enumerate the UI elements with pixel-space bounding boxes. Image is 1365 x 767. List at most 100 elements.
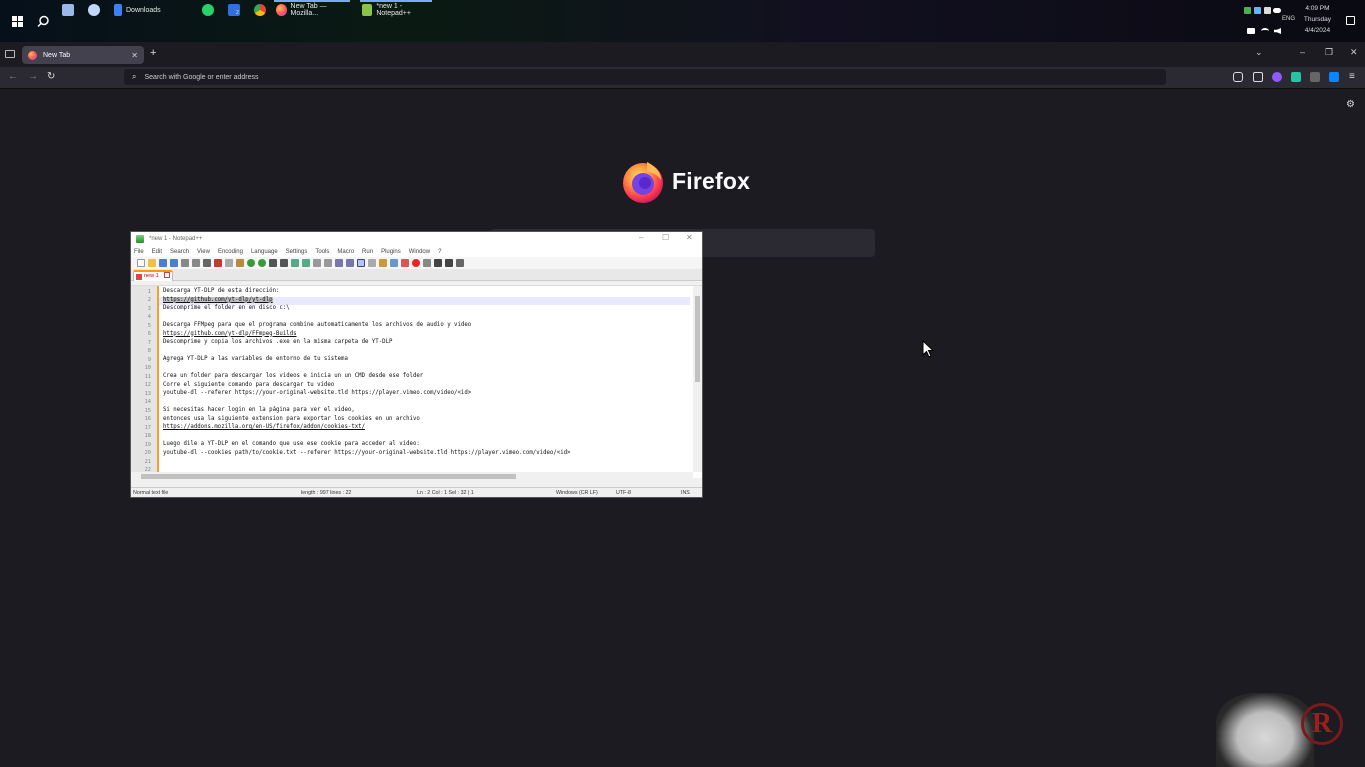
taskbar-downloads[interactable]: Downloads — [108, 0, 188, 20]
browser-navbar: ← → ↻ ⌕ Search with Google or enter addr… — [0, 67, 1365, 89]
notification-icon[interactable] — [1346, 16, 1355, 25]
cut-icon[interactable] — [214, 259, 222, 267]
taskbar-firefox[interactable]: New Tab — Mozilla... — [270, 0, 354, 20]
language-indicator[interactable]: ENG — [1282, 16, 1295, 22]
notepadpp-menubar: File Edit Search View Encoding Language … — [131, 246, 702, 257]
start-icon[interactable] — [6, 10, 28, 32]
list-all-tabs-icon[interactable]: ⌄ — [1255, 47, 1263, 58]
pocket-icon[interactable] — [1233, 72, 1243, 82]
menu-file[interactable]: File — [134, 249, 144, 255]
function-list-icon[interactable] — [379, 259, 387, 267]
menu-macro[interactable]: Macro — [337, 249, 354, 255]
extensions-icon[interactable] — [1253, 72, 1263, 82]
search-icon[interactable] — [32, 10, 54, 32]
notepadpp-titlebar[interactable]: *new 1 - Notepad++ — [131, 232, 702, 246]
code-line-link[interactable]: https://github.com/yt-dlp/yt-dlp — [163, 296, 273, 303]
find-icon[interactable] — [269, 259, 277, 267]
url-bar[interactable]: ⌕ Search with Google or enter address — [124, 69, 1166, 85]
clock-day: Thursday — [1303, 16, 1331, 23]
save-icon[interactable] — [159, 259, 167, 267]
npp-minimize-button[interactable]: – — [639, 233, 643, 242]
menu-search[interactable]: Search — [170, 249, 189, 255]
vertical-scrollbar[interactable] — [693, 286, 702, 472]
menu-view[interactable]: View — [197, 249, 210, 255]
code-line-link[interactable]: https://github.com/yt-dlp/FFmpeg-Builds — [163, 331, 297, 337]
close-all-icon[interactable] — [192, 259, 200, 267]
new-file-icon[interactable] — [137, 259, 145, 267]
taskbar-notes-app[interactable] — [56, 0, 84, 20]
tab-list-icon[interactable] — [5, 50, 15, 58]
extension-blue-icon[interactable] — [1329, 72, 1339, 82]
extension-gray-icon[interactable] — [1310, 72, 1320, 82]
tray-icon-3[interactable] — [1264, 7, 1271, 14]
tray-icon-2[interactable] — [1254, 7, 1261, 14]
tray-icon-1[interactable] — [1244, 7, 1251, 14]
vertical-scroll-thumb[interactable] — [695, 296, 700, 382]
network-icon[interactable] — [1247, 28, 1255, 34]
menu-help[interactable]: ? — [438, 249, 441, 255]
back-button[interactable]: ← — [8, 71, 18, 82]
menu-encoding[interactable]: Encoding — [218, 249, 243, 255]
zoom-out-icon[interactable] — [302, 259, 310, 267]
save-all-icon[interactable] — [170, 259, 178, 267]
minimize-button[interactable]: – — [1300, 47, 1305, 57]
sync-horizontal-icon[interactable] — [324, 259, 332, 267]
menu-settings[interactable]: Settings — [286, 249, 308, 255]
customize-gear-icon[interactable]: ⚙ — [1346, 99, 1355, 110]
menu-plugins[interactable]: Plugins — [381, 249, 401, 255]
extension-green-icon[interactable] — [1291, 72, 1301, 82]
wifi-icon[interactable] — [1261, 28, 1269, 34]
doc-map-icon[interactable] — [368, 259, 376, 267]
indent-guide-icon[interactable] — [357, 259, 365, 267]
taskbar-firefox-label: New Tab — Mozilla... — [290, 3, 327, 17]
restore-button[interactable]: ❐ — [1325, 47, 1333, 58]
npp-tab-close-icon[interactable] — [164, 272, 170, 278]
tab-new-tab[interactable]: New Tab ✕ — [22, 46, 144, 64]
play-macro-icon[interactable] — [434, 259, 442, 267]
extension-purple-icon[interactable] — [1272, 72, 1282, 82]
new-tab-button[interactable]: + — [150, 47, 156, 59]
menu-language[interactable]: Language — [251, 249, 278, 255]
open-file-icon[interactable] — [148, 259, 156, 267]
npp-maximize-button[interactable]: ☐ — [662, 233, 669, 242]
save-macro-icon[interactable] — [456, 259, 464, 267]
replace-icon[interactable] — [280, 259, 288, 267]
print-icon[interactable] — [203, 259, 211, 267]
zoom-in-icon[interactable] — [291, 259, 299, 267]
taskbar-todo[interactable]: 2 — [222, 0, 250, 20]
copy-icon[interactable] — [225, 259, 233, 267]
taskbar-notepadpp[interactable]: *new 1 - Notepad++ — [356, 0, 436, 20]
menu-tools[interactable]: Tools — [315, 249, 329, 255]
monitoring-icon[interactable] — [401, 259, 409, 267]
paste-icon[interactable] — [236, 259, 244, 267]
record-macro-icon[interactable] — [412, 259, 420, 267]
menu-window[interactable]: Window — [409, 249, 430, 255]
onedrive-icon[interactable] — [1273, 8, 1281, 13]
folder-workspace-icon[interactable] — [390, 259, 398, 267]
menu-edit[interactable]: Edit — [152, 249, 162, 255]
notepadpp-editor[interactable]: 1 Descarga YT-DLP de esta dirección: 2 http… — [131, 285, 702, 480]
line-number: 19 — [144, 441, 151, 448]
menu-icon[interactable]: ≡ — [1349, 71, 1355, 82]
close-tab-icon[interactable]: ✕ — [131, 51, 138, 60]
close-file-icon[interactable] — [181, 259, 189, 267]
clock[interactable]: 4:09 PM Thursday 4/4/2024 — [1304, 3, 1331, 36]
reload-button[interactable]: ↻ — [47, 71, 55, 82]
run-macro-multiple-icon[interactable] — [445, 259, 453, 267]
npp-close-button[interactable]: ✕ — [686, 233, 693, 242]
forward-button[interactable]: → — [28, 71, 38, 82]
undo-icon[interactable] — [247, 259, 255, 267]
sync-vertical-icon[interactable] — [313, 259, 321, 267]
stop-macro-icon[interactable] — [423, 259, 431, 267]
horizontal-scroll-thumb[interactable] — [141, 474, 516, 479]
code-line-link[interactable]: https://addons.mozilla.org/en-US/firefox… — [163, 424, 365, 430]
redo-icon[interactable] — [258, 259, 266, 267]
word-wrap-icon[interactable] — [335, 259, 343, 267]
volume-icon[interactable] — [1274, 28, 1281, 34]
close-window-button[interactable]: ✕ — [1350, 47, 1358, 58]
menu-run[interactable]: Run — [362, 249, 373, 255]
taskbar-whatsapp[interactable] — [196, 0, 224, 20]
show-all-chars-icon[interactable] — [346, 259, 354, 267]
horizontal-scrollbar[interactable] — [131, 472, 693, 480]
taskbar-cloud-app[interactable] — [82, 0, 110, 20]
